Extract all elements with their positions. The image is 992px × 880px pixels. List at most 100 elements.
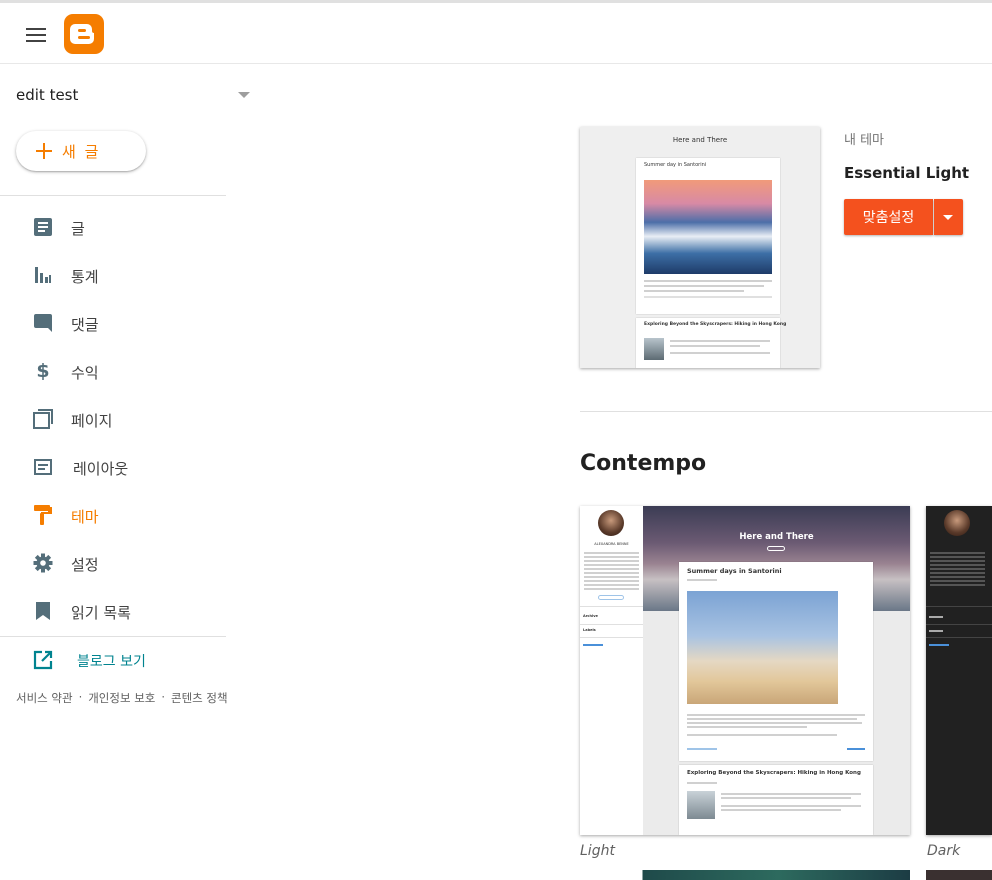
preview-text-line [584, 568, 639, 570]
preview-post-title: Summer day in Santorini [644, 162, 707, 168]
theme-card-light[interactable]: ALEXANDRA BENNE Archive Labels Here and … [580, 506, 910, 835]
sidebar-item-label: 글 [71, 220, 85, 238]
avatar [944, 510, 970, 536]
customize-dropdown-button[interactable] [934, 199, 963, 235]
preview-text-line [930, 556, 985, 558]
preview-text-line [584, 552, 639, 554]
customize-button[interactable]: 맞춤설정 [844, 199, 933, 235]
stats-icon [33, 265, 53, 285]
preview-text-line [584, 580, 639, 582]
theme-card-next[interactable] [580, 870, 910, 880]
preview-text-line [930, 576, 985, 578]
preview-text-line [687, 726, 807, 728]
preview-text-line [670, 340, 770, 342]
theme-card-next[interactable] [926, 870, 992, 880]
avatar [598, 510, 624, 536]
posts-icon [33, 217, 53, 237]
variant-label-dark: Dark [927, 843, 961, 859]
footer-links: 서비스 약관 · 개인정보 보호 · 콘텐츠 정책 [16, 690, 228, 706]
sidebar-item-label: 페이지 [71, 412, 113, 430]
sidebar-item-label: 테마 [71, 508, 99, 526]
preview-text-line [644, 296, 772, 298]
content-policy-link[interactable]: 콘텐츠 정책 [171, 690, 228, 706]
preview-text-line [584, 564, 639, 566]
preview-link [929, 644, 949, 646]
preview-text-line [930, 560, 985, 562]
top-app-bar [0, 0, 992, 64]
preview-sidebar-item: Labels [583, 628, 596, 632]
blog-selector[interactable]: edit test [0, 78, 258, 114]
preview-text-line [930, 580, 985, 582]
preview-post-title: Exploring Beyond the Skyscrapers: Hiking… [644, 322, 787, 327]
preview-text-line [930, 572, 985, 574]
preview-text-line [687, 782, 717, 784]
sidebar-item-earnings[interactable]: $ 수익 [0, 349, 226, 393]
sidebar-item-label: 댓글 [71, 316, 99, 334]
preview-divider [580, 637, 643, 638]
hamburger-icon[interactable] [18, 17, 54, 53]
preview-divider [926, 624, 992, 625]
preview-text-line [687, 734, 837, 736]
variant-label-light: Light [580, 843, 615, 859]
sidebar-divider [0, 636, 226, 637]
preview-divider [580, 606, 643, 607]
preview-visit-button [767, 546, 785, 551]
new-post-button[interactable]: 새 글 [16, 131, 146, 171]
sidebar-item-comments[interactable]: 댓글 [0, 301, 226, 345]
preview-post-title: Exploring Beyond the Skyscrapers: Hiking… [687, 770, 861, 776]
sidebar-item-label: 수익 [71, 364, 99, 382]
section-divider [580, 411, 992, 412]
preview-text-line [930, 584, 985, 586]
sidebar-item-settings[interactable]: 설정 [0, 541, 226, 585]
preview-divider [926, 606, 992, 607]
sidebar-item-label: 통계 [71, 268, 99, 286]
blogger-logo[interactable] [64, 14, 104, 54]
preview-sidebar-item: Archive [583, 614, 598, 618]
preview-post-card: Exploring Beyond the Skyscrapers: Hiking… [636, 318, 786, 368]
sidebar-item-label: 읽기 목록 [71, 604, 131, 622]
preview-text-line [584, 572, 639, 574]
view-blog-link[interactable]: 블로그 보기 [0, 638, 226, 682]
preview-text-line [721, 797, 851, 799]
layout-icon [33, 457, 53, 477]
preview-thumbnail [644, 338, 664, 360]
preview-text-line [670, 345, 760, 347]
sidebar-item-label: 설정 [71, 556, 99, 574]
view-blog-label: 블로그 보기 [77, 654, 146, 670]
pages-icon [33, 409, 53, 429]
theme-card-dark[interactable] [926, 506, 992, 835]
privacy-link[interactable]: 개인정보 보호 [88, 690, 155, 706]
preview-text-line [930, 552, 985, 554]
sidebar-item-theme[interactable]: 테마 [0, 493, 226, 537]
sidebar-item-stats[interactable]: 통계 [0, 253, 226, 297]
preview-author: ALEXANDRA BENNE [594, 542, 629, 546]
sidebar-item-layout[interactable]: 레이아웃 [0, 445, 226, 489]
separator: · [161, 690, 166, 704]
preview-blog-title: Here and There [672, 136, 728, 144]
preview-sidebar-item [929, 616, 943, 618]
preview-text-line [721, 793, 861, 795]
preview-post-title: Summer days in Santorini [687, 567, 782, 575]
my-theme-preview[interactable]: Here and There Summer day in Santorini E… [580, 127, 820, 368]
sidebar-item-pages[interactable]: 페이지 [0, 397, 226, 441]
preview-visit-button [598, 595, 624, 600]
preview-text-line [687, 722, 862, 724]
preview-text-line [721, 809, 841, 811]
paint-roller-icon [33, 505, 53, 525]
terms-link[interactable]: 서비스 약관 [16, 690, 73, 706]
preview-text-line [930, 564, 985, 566]
preview-link [847, 748, 865, 750]
preview-text-line [721, 805, 861, 807]
preview-divider [926, 637, 992, 638]
sidebar: edit test 새 글 글 통계 댓글 $ 수익 페이지 레이아웃 테마 설… [0, 64, 258, 877]
preview-text-line [687, 714, 865, 716]
preview-link [583, 644, 603, 646]
santorini-image [687, 591, 838, 704]
open-external-icon [33, 650, 53, 670]
sidebar-item-reading-list[interactable]: 읽기 목록 [0, 589, 226, 633]
preview-text-line [644, 280, 772, 282]
preview-blog-title: Here and There [739, 532, 814, 542]
sidebar-item-posts[interactable]: 글 [0, 205, 226, 249]
dollar-icon: $ [36, 360, 50, 382]
preview-post-card: Exploring Beyond the Skyscrapers: Hiking… [679, 765, 873, 835]
